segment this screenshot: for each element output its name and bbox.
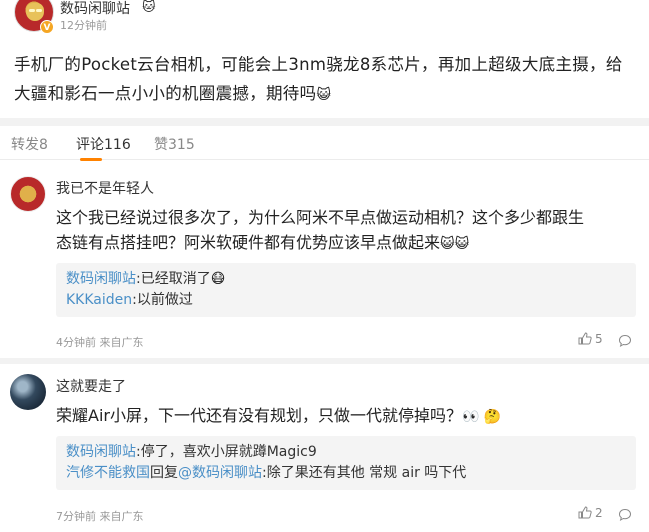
section-divider (0, 118, 649, 126)
comment-divider (0, 358, 649, 364)
reply-line: 数码闲聊站:停了，喜欢小屏就蹲Magic9 (66, 442, 626, 463)
comment-meta: 4分钟前 来自广东 (56, 336, 144, 349)
chat-bubble-icon[interactable] (618, 334, 632, 348)
reply-user[interactable]: 数码闲聊站 (66, 271, 136, 287)
comment-item: 我已不是年轻人 这个我已经说过很多次了，为什么阿米不早点做运动相机？这个多少都跟… (0, 168, 649, 358)
active-tab-indicator (80, 158, 102, 161)
post-body: 手机厂的Pocket云台相机，可能会上3nm骁龙8系芯片，再加上超级大底主摄，给… (14, 50, 639, 110)
comment-text: 这个我已经说过很多次了，为什么阿米不早点做运动相机？这个多少都跟生 态链有点搭挂… (56, 205, 636, 257)
commenter-name[interactable]: 我已不是年轻人 (56, 178, 154, 198)
post-body-line-2-text: 大疆和影石一点小小的机圈震撼，期待吗 (14, 84, 317, 103)
reply-text: 已经取消了 (140, 271, 211, 287)
comment-text-line-1: 荣耀Air小屏，下一代还有没有规划，只做一代就停掉吗？👀 🤔 (56, 403, 636, 430)
post-timestamp: 12分钟前 (60, 19, 107, 32)
reply-box[interactable]: 数码闲聊站:停了，喜欢小屏就蹲Magic9 汽修不能救国回复@数码闲聊站:除了果… (56, 436, 636, 490)
tab-likes[interactable]: 赞315 (154, 134, 195, 154)
reply-user[interactable]: KKKaiden (66, 292, 132, 308)
post-header: V 数码闲聊站 🐱 12分钟前 (0, 0, 649, 40)
comment-text-line-1: 这个我已经说过很多次了，为什么阿米不早点做运动相机？这个多少都跟生 (56, 208, 585, 227)
post-body-emoji: 😺 (316, 87, 332, 103)
reply-text: 除了果还有其他 常规 air 吗下代 (266, 465, 467, 481)
commenter-avatar[interactable] (10, 374, 46, 410)
comment-meta: 7分钟前 来自广东 (56, 510, 144, 523)
avatar-face (26, 3, 44, 21)
comment-emoji: 😺😺 (440, 236, 470, 252)
reply-line: KKKaiden:以前做过 (66, 290, 626, 311)
like-button[interactable]: 5 (578, 332, 603, 346)
reply-text: 以前做过 (136, 292, 193, 308)
avatar-eye-left (29, 9, 35, 12)
comment-text-line-2-text: 态链有点搭挂吧？阿米软硬件都有优势应该早点做起来 (56, 233, 441, 252)
reply-user[interactable]: 数码闲聊站 (66, 444, 136, 460)
author-emoji-icon: 🐱 (142, 0, 156, 15)
reply-mid: 回复 (150, 465, 178, 481)
post-body-line-2: 大疆和影石一点小小的机圈震撼，期待吗😺 (14, 79, 639, 110)
comment-text: 荣耀Air小屏，下一代还有没有规划，只做一代就停掉吗？👀 🤔 (56, 403, 636, 430)
chat-bubble-icon[interactable] (618, 508, 632, 522)
tab-reposts[interactable]: 转发8 (11, 134, 48, 154)
comment-text-line-1-text: 荣耀Air小屏，下一代还有没有规划，只做一代就停掉吗？ (56, 406, 462, 425)
reply-user[interactable]: 汽修不能救国 (66, 465, 150, 481)
comment-text-line-2: 态链有点搭挂吧？阿米软硬件都有优势应该早点做起来😺😺 (56, 230, 636, 257)
post-author-name[interactable]: 数码闲聊站 (60, 0, 130, 18)
reply-emoji: 😷 (210, 271, 226, 287)
thumbs-up-icon (578, 506, 592, 519)
reply-target[interactable]: @数码闲聊站 (178, 465, 262, 481)
avatar-eye-right (36, 9, 42, 12)
like-button[interactable]: 2 (578, 506, 603, 520)
post-body-line-1: 手机厂的Pocket云台相机，可能会上3nm骁龙8系芯片，再加上超级大底主摄，给 (14, 55, 623, 74)
reply-line: 数码闲聊站:已经取消了😷 (66, 269, 626, 290)
reply-box[interactable]: 数码闲聊站:已经取消了😷 KKKaiden:以前做过 (56, 263, 636, 317)
verified-badge: V (40, 20, 54, 34)
reply-line: 汽修不能救国回复@数码闲聊站:除了果还有其他 常规 air 吗下代 (66, 463, 626, 484)
thumbs-up-icon (578, 332, 592, 345)
commenter-avatar[interactable] (10, 176, 46, 212)
like-count: 5 (595, 332, 603, 346)
tab-bar: 转发8 评论116 赞315 (0, 128, 649, 161)
reply-text: 停了，喜欢小屏就蹲Magic9 (140, 444, 317, 460)
comment-item: 这就要走了 荣耀Air小屏，下一代还有没有规划，只做一代就停掉吗？👀 🤔 数码闲… (0, 366, 649, 532)
tab-comments[interactable]: 评论116 (76, 134, 131, 154)
comment-emoji: 👀 🤔 (461, 409, 502, 425)
like-count: 2 (595, 506, 603, 520)
commenter-name[interactable]: 这就要走了 (56, 376, 126, 396)
